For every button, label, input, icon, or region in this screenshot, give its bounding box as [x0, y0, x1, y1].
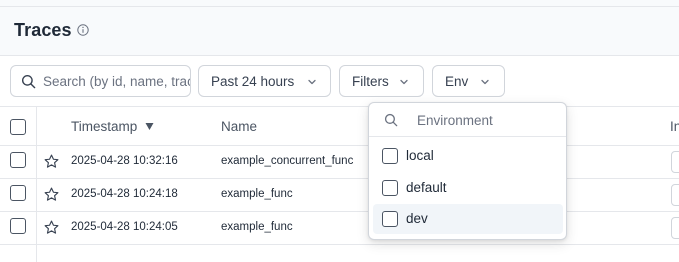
table-row[interactable]: 2025-04-28 10:32:16 example_concurrent_f… [0, 146, 679, 179]
filters-button[interactable]: Filters [339, 65, 424, 97]
table-row[interactable]: 2025-04-28 10:24:18 example_func [0, 179, 679, 212]
cell-timestamp: 2025-04-28 10:24:18 [71, 188, 178, 200]
env-search-input[interactable] [417, 105, 557, 135]
page-header: Traces [0, 7, 679, 56]
column-divider [36, 106, 37, 262]
star-icon[interactable] [44, 154, 59, 169]
env-dropdown: local default dev [368, 102, 567, 240]
toolbar: Past 24 hours Filters Env [0, 56, 679, 106]
cell-name[interactable]: example_func [221, 221, 293, 233]
env-option-local[interactable]: local [373, 141, 563, 171]
input-preview-cell[interactable] [671, 217, 679, 239]
env-option-dev[interactable]: dev [373, 204, 563, 234]
chevron-down-icon [400, 79, 408, 85]
row-checkbox[interactable] [10, 218, 26, 234]
env-button[interactable]: Env [432, 65, 505, 97]
table-row[interactable]: 2025-04-28 10:24:05 example_func [0, 212, 679, 245]
search-icon [384, 113, 398, 127]
cell-timestamp: 2025-04-28 10:32:16 [71, 155, 178, 167]
column-header-name[interactable]: Name [221, 119, 257, 134]
row-checkbox[interactable] [10, 152, 26, 168]
star-icon[interactable] [44, 220, 59, 235]
search-input[interactable] [43, 66, 190, 96]
env-option-checkbox[interactable] [382, 148, 398, 164]
column-header-timestamp[interactable]: Timestamp [71, 119, 137, 134]
page-title: Traces [14, 20, 72, 40]
chevron-down-icon [308, 79, 316, 85]
input-preview-cell[interactable] [671, 184, 679, 206]
cell-name[interactable]: example_func [221, 188, 293, 200]
env-option-default[interactable]: default [373, 173, 563, 203]
select-all-checkbox[interactable] [10, 119, 26, 135]
env-option-label: local [406, 148, 434, 163]
env-option-label: default [406, 180, 447, 195]
env-option-label: dev [406, 211, 428, 226]
traces-table: Timestamp Name In 2025-04-28 10:32:16 ex… [0, 106, 679, 262]
input-preview-cell[interactable] [671, 151, 679, 173]
filters-label: Filters [352, 73, 389, 89]
column-header-input[interactable]: In [670, 119, 679, 134]
row-checkbox[interactable] [10, 185, 26, 201]
time-range-button[interactable]: Past 24 hours [198, 65, 331, 97]
chevron-down-icon [481, 79, 489, 85]
sort-desc-icon[interactable] [145, 122, 154, 131]
star-icon[interactable] [44, 187, 59, 202]
top-strip [0, 0, 679, 7]
env-search-box[interactable] [369, 103, 566, 137]
info-icon[interactable] [77, 24, 89, 36]
search-icon [21, 74, 36, 89]
table-header: Timestamp Name In [0, 106, 679, 146]
traces-page: Traces Past 24 hours Filters [0, 0, 679, 262]
search-box[interactable] [10, 65, 191, 97]
env-option-checkbox[interactable] [382, 211, 398, 227]
time-range-label: Past 24 hours [211, 73, 295, 89]
env-option-checkbox[interactable] [382, 180, 398, 196]
env-label: Env [445, 73, 469, 89]
cell-timestamp: 2025-04-28 10:24:05 [71, 221, 178, 233]
cell-name[interactable]: example_concurrent_func [221, 155, 353, 167]
